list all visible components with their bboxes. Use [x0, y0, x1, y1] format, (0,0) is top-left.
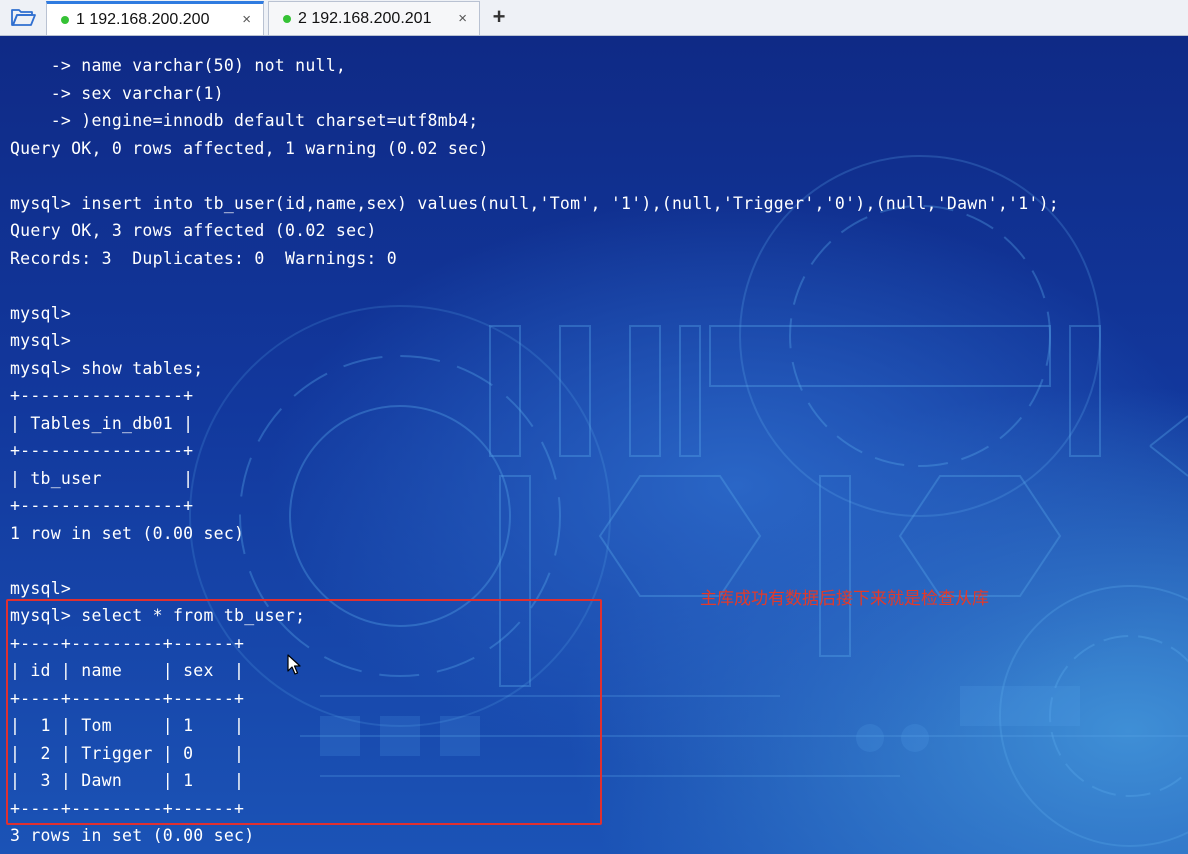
- tab-label: 2 192.168.200.201: [298, 9, 432, 27]
- terminal-line: mysql>: [10, 331, 72, 350]
- folder-open-icon[interactable]: [4, 2, 42, 32]
- tab-bar: 1 192.168.200.200 × 2 192.168.200.201 × …: [0, 0, 1188, 36]
- terminal-line: | Tables_in_db01 |: [10, 413, 194, 433]
- close-icon[interactable]: ×: [458, 10, 467, 27]
- tab-session-1[interactable]: 1 192.168.200.200 ×: [46, 1, 264, 35]
- add-tab-button[interactable]: +: [488, 4, 510, 30]
- terminal-line: mysql> insert into tb_user(id,name,sex) …: [10, 193, 1059, 213]
- terminal-line: mysql>: [10, 303, 72, 323]
- terminal-line: Query OK, 0 rows affected, 1 warning (0.…: [10, 138, 489, 158]
- close-icon[interactable]: ×: [242, 11, 251, 28]
- terminal-line: 1 row in set (0.00 sec): [10, 523, 245, 543]
- annotation-text: 主库成功有数据后接下来就是检查从库: [700, 589, 989, 609]
- terminal-line: +----------------+: [10, 386, 194, 405]
- terminal-line: Records: 3 Duplicates: 0 Warnings: 0: [10, 248, 397, 268]
- terminal-line: -> name varchar(50) not null,: [10, 56, 347, 75]
- mouse-cursor-icon: [287, 654, 301, 680]
- connected-status-icon: [61, 15, 69, 24]
- terminal-line: +----------------+: [10, 496, 194, 515]
- terminal-line: 3 rows in set (0.00 sec): [10, 826, 255, 845]
- terminal-line: -> sex varchar(1): [10, 83, 224, 103]
- highlight-box: [6, 599, 602, 825]
- tab-session-2[interactable]: 2 192.168.200.201 ×: [268, 1, 480, 35]
- terminal-line: | tb_user |: [10, 468, 194, 488]
- terminal-view[interactable]: -> name varchar(50) not null, -> sex var…: [0, 36, 1188, 854]
- tab-label: 1 192.168.200.200: [76, 10, 210, 28]
- terminal-line: +----------------+: [10, 441, 194, 460]
- terminal-line: Query OK, 3 rows affected (0.02 sec): [10, 221, 377, 240]
- connected-status-icon: [283, 14, 291, 23]
- terminal-line: -> )engine=innodb default charset=utf8mb…: [10, 111, 479, 130]
- terminal-line: mysql> show tables;: [10, 358, 204, 378]
